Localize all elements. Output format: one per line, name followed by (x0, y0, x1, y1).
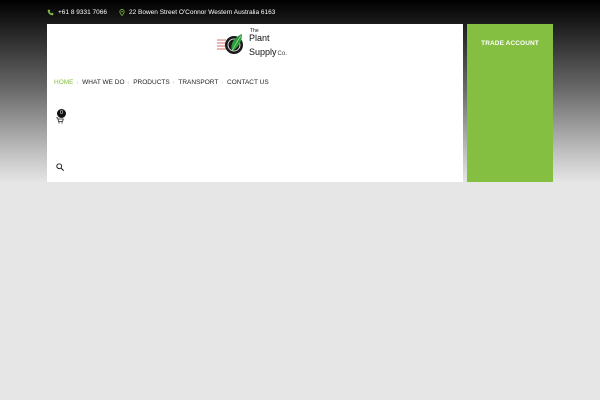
map-pin-icon (119, 8, 125, 16)
nav-separator: ‹ (172, 79, 175, 86)
logo-plant: Plant (249, 33, 270, 43)
nav-separator: ‹ (221, 79, 224, 86)
nav-products[interactable]: PRODUCTS (133, 79, 169, 86)
nav-transport[interactable]: TRANSPORT (178, 79, 218, 86)
address-contact: 22 Bowen Street O'Connor Western Austral… (119, 9, 275, 16)
trade-account-panel: TRADE ACCOUNT (467, 24, 553, 182)
phone-contact[interactable]: +61 8 9331 7066 (47, 9, 107, 16)
logo-co: Co. (277, 51, 287, 57)
trade-account-button[interactable]: TRADE ACCOUNT (467, 40, 553, 47)
nav-contact-us[interactable]: CONTACT US (227, 79, 269, 86)
search-button[interactable] (56, 158, 65, 171)
nav-home[interactable]: HOME (54, 79, 74, 86)
search-icon (56, 163, 64, 171)
nav-what-we-do[interactable]: WHAT WE DO (82, 79, 124, 86)
cart-button[interactable]: 0 (56, 109, 70, 125)
nav-separator: ‹ (127, 79, 130, 86)
site-logo[interactable]: The Plant SupplyCo. (217, 29, 307, 59)
leaf-logo-icon (217, 34, 243, 54)
header-card: The Plant SupplyCo. HOME ‹ WHAT WE DO ‹ … (47, 24, 463, 182)
top-bar: +61 8 9331 7066 22 Bowen Street O'Connor… (47, 4, 547, 20)
phone-icon (47, 9, 54, 15)
logo-wordmark: The Plant SupplyCo. (249, 29, 287, 59)
phone-number: +61 8 9331 7066 (58, 8, 107, 16)
main-navigation: HOME ‹ WHAT WE DO ‹ PRODUCTS ‹ TRANSPORT… (54, 79, 269, 86)
logo-supply: Supply (249, 47, 277, 57)
cart-icon (56, 117, 64, 124)
address-text: 22 Bowen Street O'Connor Western Austral… (128, 8, 276, 16)
nav-separator: ‹ (76, 79, 79, 86)
